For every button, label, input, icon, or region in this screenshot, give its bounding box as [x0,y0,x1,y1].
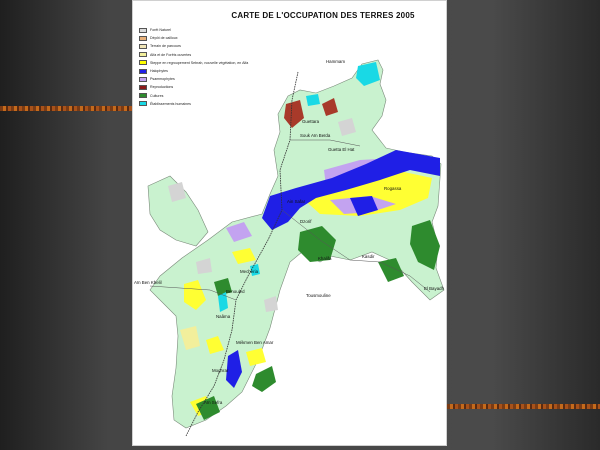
land-use-map: Hammam Guettara Souk Aïn Beïda Guetta El… [134,59,445,437]
place-label: Aïn Ben Khelil [134,280,162,285]
place-label: Guettara [302,119,320,124]
place-label: Dzorif [300,219,312,224]
place-label: Khalifa [318,256,332,261]
place-label: Guetta El Hat [328,147,355,152]
culture-zone [252,366,276,392]
place-label: Benouled [226,289,245,294]
place-label: Mecheria [240,269,259,274]
place-label: Rogassa [384,186,402,191]
place-label: Aïn Sefra [204,400,223,405]
place-label: Souk Aïn Beïda [300,133,331,138]
place-label: Ain Safar [287,199,306,204]
place-label: El Bayadh [424,286,445,291]
place-label: Naâma [216,314,231,319]
settlement-zone [306,94,320,106]
place-label: Moghrar [212,368,229,373]
place-label: Tousmouline [306,293,331,298]
place-label: Kasdir [362,254,375,259]
place-label: Hammam [326,59,345,64]
place-label: Mékmen Ben Amar [236,340,274,345]
